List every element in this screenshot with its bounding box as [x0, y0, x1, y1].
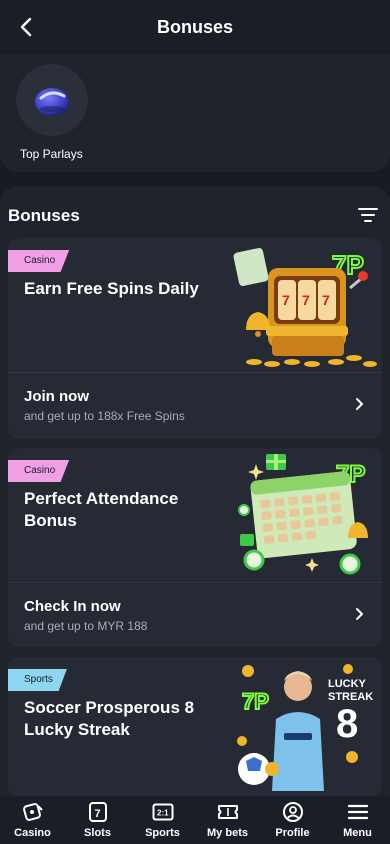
section-title: Bonuses	[8, 206, 80, 225]
nav-label: Sports	[145, 827, 180, 839]
bonus-card-free-spins[interactable]: Casino Earn Free Spins Daily 7P 7 7 7 Jo…	[8, 238, 382, 439]
nav-label: Casino	[14, 827, 51, 839]
nav-label: Slots	[84, 827, 111, 839]
svg-text:7: 7	[94, 808, 100, 820]
bonus-title: Earn Free Spins Daily	[24, 279, 199, 298]
bonus-card-soccer[interactable]: Sports Soccer Prosperous 8 Lucky Streak …	[8, 657, 382, 796]
nav-item-profile[interactable]: Profile	[261, 801, 325, 839]
bonuses-panel: Bonuses Casino Earn Free Spins Daily 7P	[0, 186, 390, 796]
top-parlays-circle	[16, 64, 88, 136]
cta-subtext: and get up to 188x Free Spins	[24, 409, 185, 423]
chevron-left-icon	[20, 17, 32, 37]
nav-label: Menu	[343, 827, 372, 839]
top-parlays-item[interactable]: Top Parlays	[16, 64, 96, 161]
bonus-card-header: Casino Perfect Attendance Bonus 7P	[8, 448, 382, 582]
profile-icon	[282, 802, 303, 822]
nav-item-my-bets[interactable]: My bets	[196, 801, 260, 839]
casino-icon	[22, 803, 43, 821]
category-badge: Casino	[8, 250, 70, 272]
filter-icon	[358, 208, 378, 222]
chevron-right-icon	[356, 398, 363, 410]
bonus-title: Soccer Prosperous 8 Lucky Streak	[24, 698, 195, 739]
sports-icon: 2:1	[152, 803, 173, 821]
header: Bonuses	[0, 0, 390, 54]
nav-item-casino[interactable]: Casino	[1, 801, 65, 839]
bonus-card-header: Sports Soccer Prosperous 8 Lucky Streak …	[8, 657, 382, 791]
slots-icon: 7	[88, 802, 107, 822]
nav-item-menu[interactable]: Menu	[326, 801, 390, 839]
svg-text:8: 8	[336, 702, 358, 746]
parlay-ball-icon	[35, 88, 69, 116]
soccer-player-illustration: LUCKY STREAK 8 7P	[237, 664, 373, 791]
ticket-icon	[217, 805, 238, 819]
chevron-right-icon	[356, 608, 363, 620]
category-badge: Sports	[8, 669, 67, 691]
slot-machine-illustration: 7P 7 7 7	[233, 247, 377, 367]
nav-label: Profile	[275, 827, 310, 839]
svg-text:7P: 7P	[242, 689, 269, 714]
cta-label: Join now	[24, 388, 89, 405]
bottom-nav: Casino 7 Slots 2:1 Sports My bets Profil…	[0, 796, 390, 844]
top-categories: Top Parlays	[0, 54, 390, 172]
bonus-card-attendance[interactable]: Casino Perfect Attendance Bonus 7P Check…	[8, 448, 382, 647]
nav-label: My bets	[207, 827, 248, 839]
svg-text:LUCKY: LUCKY	[328, 678, 367, 690]
bonus-card-header: Casino Earn Free Spins Daily 7P 7 7 7	[8, 238, 382, 372]
check-in-row[interactable]: Check In now and get up to MYR 188	[8, 583, 382, 647]
cta-subtext: and get up to MYR 188	[24, 619, 148, 633]
svg-text:7: 7	[282, 292, 290, 308]
back-button[interactable]	[14, 15, 38, 39]
svg-text:7: 7	[322, 292, 330, 308]
nav-item-sports[interactable]: 2:1 Sports	[131, 801, 195, 839]
join-now-row[interactable]: Join now and get up to 188x Free Spins	[8, 373, 382, 437]
filter-button[interactable]	[358, 206, 378, 224]
cta-label: Check In now	[24, 598, 121, 615]
page-title: Bonuses	[156, 16, 234, 37]
svg-text:7: 7	[302, 292, 310, 308]
category-badge: Casino	[8, 460, 70, 482]
top-parlays-label: Top Parlays	[20, 147, 83, 161]
menu-icon	[347, 804, 368, 820]
svg-text:2:1: 2:1	[157, 809, 169, 818]
bonus-title: Perfect Attendance Bonus	[24, 489, 179, 530]
nav-item-slots[interactable]: 7 Slots	[66, 801, 130, 839]
calendar-illustration: 7P	[238, 454, 368, 575]
